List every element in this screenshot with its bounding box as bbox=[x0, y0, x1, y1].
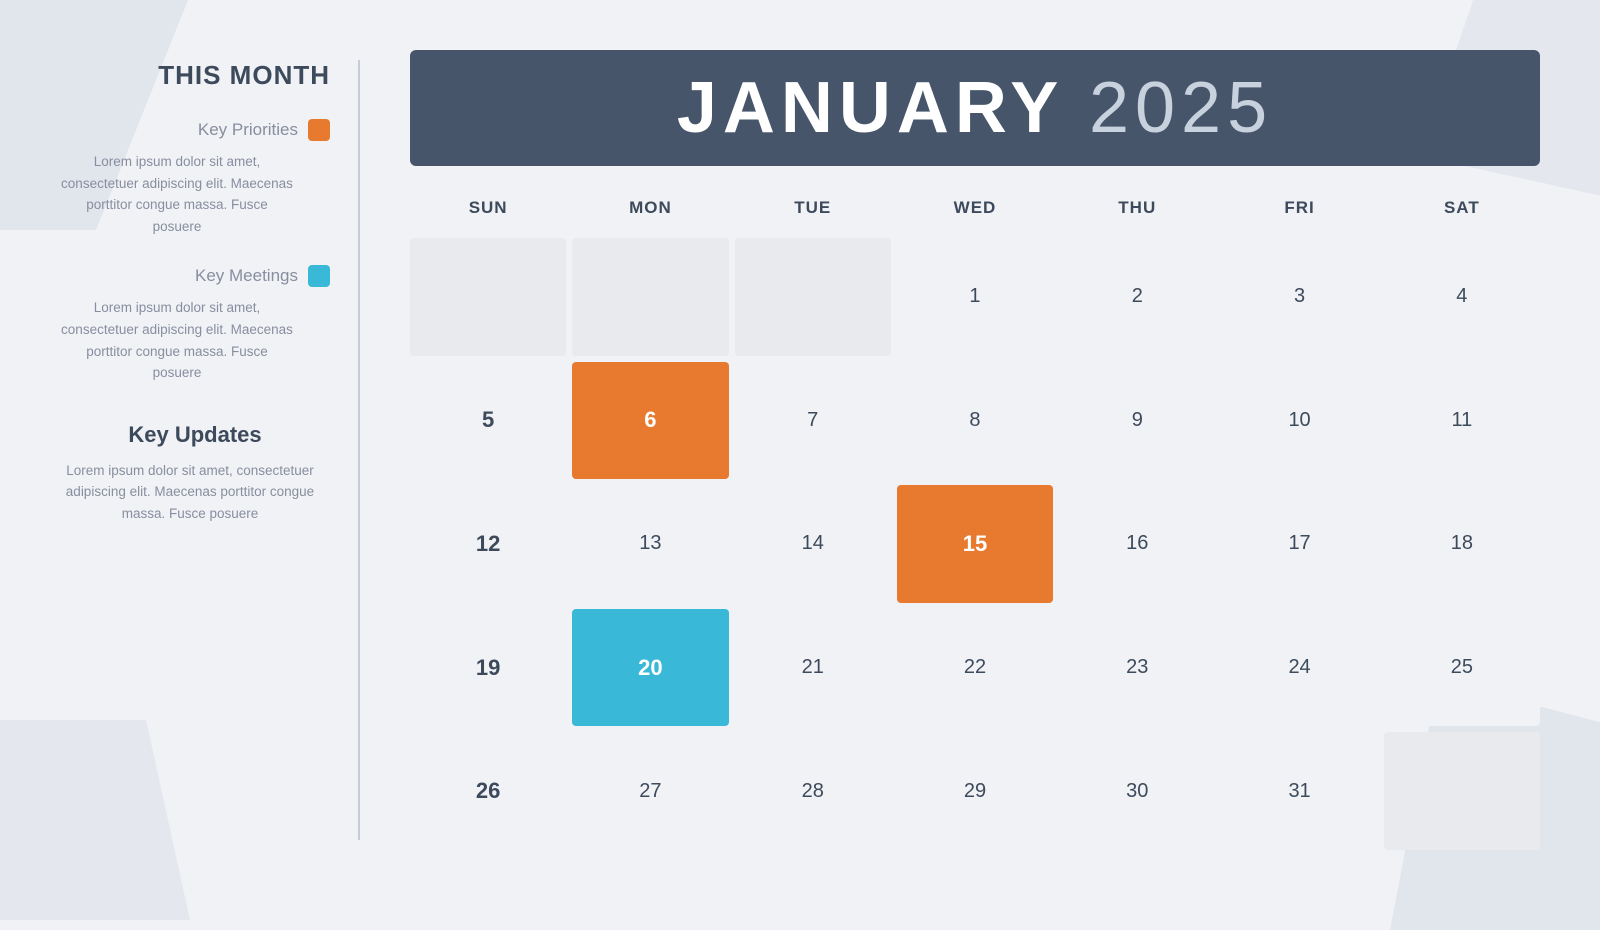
key-meetings-dot bbox=[308, 265, 330, 287]
key-priorities-header: Key Priorities bbox=[60, 119, 330, 141]
this-month-title: THIS MONTH bbox=[60, 60, 330, 91]
key-updates-section: Key Updates Lorem ipsum dolor sit amet, … bbox=[60, 422, 330, 525]
calendar-cell-24: 24 bbox=[1221, 609, 1377, 727]
calendar-month: JANUARY bbox=[677, 68, 1063, 148]
calendar-cell-20: 20 bbox=[572, 609, 728, 727]
calendar-cell-9: 9 bbox=[1059, 362, 1215, 480]
sidebar-divider bbox=[358, 60, 360, 840]
calendar-cell-18: 18 bbox=[1384, 485, 1540, 603]
calendar-cell-21: 21 bbox=[735, 609, 891, 727]
key-meetings-text: Lorem ipsum dolor sit amet, consectetuer… bbox=[60, 297, 330, 383]
sidebar: THIS MONTH Key Priorities Lorem ipsum do… bbox=[0, 0, 360, 900]
calendar-year: 2025 bbox=[1089, 68, 1273, 148]
calendar-cell-3: 3 bbox=[1221, 238, 1377, 356]
calendar-cell-30: 30 bbox=[1059, 732, 1215, 850]
calendar-cell-empty bbox=[1384, 732, 1540, 850]
calendar-cell-12: 12 bbox=[410, 485, 566, 603]
calendar-cell-13: 13 bbox=[572, 485, 728, 603]
calendar-cell-6: 6 bbox=[572, 362, 728, 480]
key-priorities-text: Lorem ipsum dolor sit amet, consectetuer… bbox=[60, 151, 330, 237]
calendar-cell-22: 22 bbox=[897, 609, 1053, 727]
calendar-cell-26: 26 bbox=[410, 732, 566, 850]
calendar-cell-16: 16 bbox=[1059, 485, 1215, 603]
calendar-title: JANUARY 2025 bbox=[450, 72, 1500, 144]
calendar-cell-17: 17 bbox=[1221, 485, 1377, 603]
calendar-cell-25: 25 bbox=[1384, 609, 1540, 727]
day-header-wed: WED bbox=[897, 184, 1053, 232]
day-header-tue: TUE bbox=[735, 184, 891, 232]
day-header-fri: FRI bbox=[1221, 184, 1377, 232]
calendar-cell-29: 29 bbox=[897, 732, 1053, 850]
calendar-week-4: 19202122232425 bbox=[410, 609, 1540, 727]
calendar-cell-7: 7 bbox=[735, 362, 891, 480]
calendar-cell-empty bbox=[410, 238, 566, 356]
calendar-cell-empty bbox=[735, 238, 891, 356]
calendar-grid: SUNMONTUEWEDTHUFRISAT 123456789101112131… bbox=[410, 184, 1540, 850]
day-header-sun: SUN bbox=[410, 184, 566, 232]
calendar-cell-empty bbox=[572, 238, 728, 356]
calendar-area: JANUARY 2025 SUNMONTUEWEDTHUFRISAT 12345… bbox=[360, 0, 1600, 900]
calendar-cell-10: 10 bbox=[1221, 362, 1377, 480]
calendar-header: JANUARY 2025 bbox=[410, 50, 1540, 166]
day-header-sat: SAT bbox=[1384, 184, 1540, 232]
key-meetings-label: Key Meetings bbox=[195, 266, 298, 286]
key-priorities-dot bbox=[308, 119, 330, 141]
calendar-cell-8: 8 bbox=[897, 362, 1053, 480]
day-header-thu: THU bbox=[1059, 184, 1215, 232]
calendar-weeks: 1234567891011121314151617181920212223242… bbox=[410, 238, 1540, 850]
calendar-cell-14: 14 bbox=[735, 485, 891, 603]
key-updates-title: Key Updates bbox=[60, 422, 330, 448]
calendar-days-header: SUNMONTUEWEDTHUFRISAT bbox=[410, 184, 1540, 232]
key-priorities-label: Key Priorities bbox=[198, 120, 298, 140]
calendar-week-5: 262728293031 bbox=[410, 732, 1540, 850]
calendar-cell-23: 23 bbox=[1059, 609, 1215, 727]
calendar-cell-27: 27 bbox=[572, 732, 728, 850]
calendar-cell-5: 5 bbox=[410, 362, 566, 480]
calendar-cell-11: 11 bbox=[1384, 362, 1540, 480]
calendar-cell-1: 1 bbox=[897, 238, 1053, 356]
key-meetings-section: Key Meetings Lorem ipsum dolor sit amet,… bbox=[60, 265, 330, 383]
calendar-cell-2: 2 bbox=[1059, 238, 1215, 356]
calendar-week-1: 1234 bbox=[410, 238, 1540, 356]
calendar-cell-28: 28 bbox=[735, 732, 891, 850]
key-meetings-header: Key Meetings bbox=[60, 265, 330, 287]
calendar-week-2: 567891011 bbox=[410, 362, 1540, 480]
calendar-cell-31: 31 bbox=[1221, 732, 1377, 850]
calendar-week-3: 12131415161718 bbox=[410, 485, 1540, 603]
calendar-cell-4: 4 bbox=[1384, 238, 1540, 356]
calendar-cell-15: 15 bbox=[897, 485, 1053, 603]
key-updates-text: Lorem ipsum dolor sit amet, consectetuer… bbox=[60, 460, 330, 525]
key-priorities-section: Key Priorities Lorem ipsum dolor sit ame… bbox=[60, 119, 330, 237]
main-container: THIS MONTH Key Priorities Lorem ipsum do… bbox=[0, 0, 1600, 900]
calendar-cell-19: 19 bbox=[410, 609, 566, 727]
day-header-mon: MON bbox=[572, 184, 728, 232]
